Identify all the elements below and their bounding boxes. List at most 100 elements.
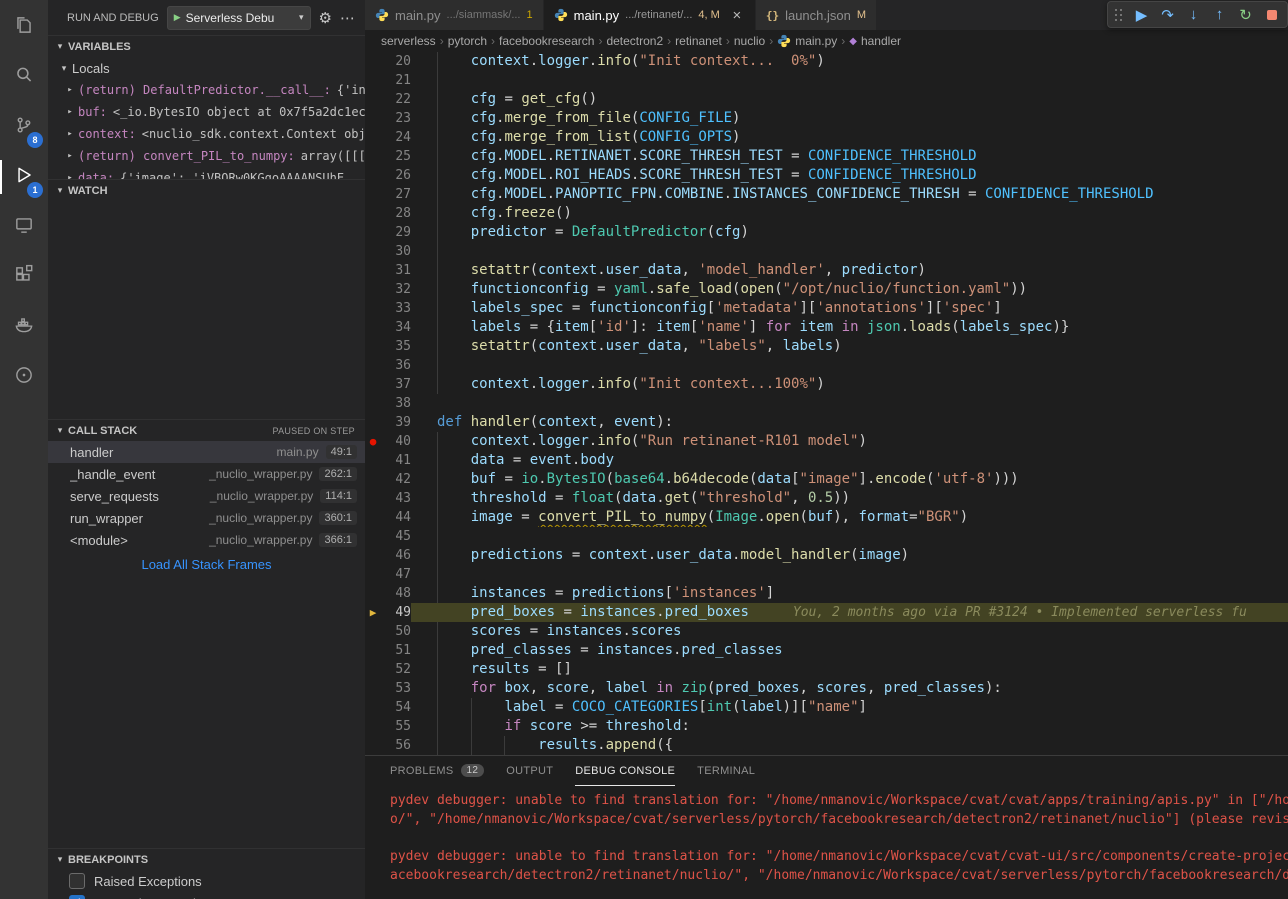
code-line[interactable]: 46 predictions = context.user_data.model… — [365, 546, 1288, 565]
breakpoint-gutter[interactable] — [365, 470, 381, 489]
editor-tab[interactable]: {}launch.jsonM — [756, 0, 877, 30]
step-over-button[interactable]: ↷ — [1155, 3, 1180, 27]
breakpoint-gutter[interactable] — [365, 223, 381, 242]
breakpoint-gutter[interactable] — [365, 698, 381, 717]
stack-frame[interactable]: _handle_event_nuclio_wrapper.py262:1 — [48, 463, 365, 485]
restart-button[interactable]: ↻ — [1233, 3, 1258, 27]
breakpoint-gutter[interactable] — [365, 128, 381, 147]
code-line[interactable]: ●40 context.logger.info("Run retinanet-R… — [365, 432, 1288, 451]
stack-frame[interactable]: <module>_nuclio_wrapper.py366:1 — [48, 529, 365, 551]
breakpoint-gutter[interactable] — [365, 413, 381, 432]
call-stack-header[interactable]: ▾ CALL STACK PAUSED ON STEP — [48, 419, 365, 441]
activity-item-extensions[interactable] — [0, 252, 48, 302]
code-line[interactable]: 26 cfg.MODEL.ROI_HEADS.SCORE_THRESH_TEST… — [365, 166, 1288, 185]
breakpoint-gutter[interactable] — [365, 242, 381, 261]
debug-console-output[interactable]: pydev debugger: unable to find translati… — [365, 786, 1288, 899]
breakpoint-gutter[interactable] — [365, 337, 381, 356]
code-line[interactable]: 21 — [365, 71, 1288, 90]
breadcrumb-item[interactable]: detectron2 — [606, 34, 663, 48]
code-line[interactable]: 48 instances = predictions['instances'] — [365, 584, 1288, 603]
breakpoint-gutter[interactable] — [365, 147, 381, 166]
activity-item-explorer[interactable] — [0, 2, 48, 52]
breakpoint-gutter[interactable] — [365, 318, 381, 337]
breadcrumb-item[interactable]: retinanet — [675, 34, 722, 48]
code-line[interactable]: 35 setattr(context.user_data, "labels", … — [365, 337, 1288, 356]
breakpoint-gutter[interactable] — [365, 546, 381, 565]
breakpoint-gutter[interactable] — [365, 622, 381, 641]
code-line[interactable]: 24 cfg.merge_from_list(CONFIG_OPTS) — [365, 128, 1288, 147]
activity-item-run-debug[interactable]: 1 — [0, 152, 48, 202]
stack-frame[interactable]: run_wrapper_nuclio_wrapper.py360:1 — [48, 507, 365, 529]
code-line[interactable]: 33 labels_spec = functionconfig['metadat… — [365, 299, 1288, 318]
breakpoint-gutter[interactable] — [365, 109, 381, 128]
editor-tab[interactable]: main.py.../siammask/...1 — [365, 0, 544, 30]
breakpoint-gutter[interactable] — [365, 185, 381, 204]
variable-row[interactable]: ▸(return) DefaultPredictor.__call__:{'in… — [48, 79, 365, 101]
variable-row[interactable]: ▸buf:<_io.BytesIO object at 0x7f5a2dc1ec… — [48, 101, 365, 123]
code-line[interactable]: 43 threshold = float(data.get("threshold… — [365, 489, 1288, 508]
code-line[interactable]: 45 — [365, 527, 1288, 546]
breakpoint-gutter[interactable] — [365, 660, 381, 679]
code-line[interactable]: 36 — [365, 356, 1288, 375]
breakpoint-gutter[interactable] — [365, 71, 381, 90]
breadcrumb-item[interactable]: main.py — [777, 34, 837, 48]
stop-button[interactable] — [1259, 3, 1284, 27]
stack-frame[interactable]: serve_requests_nuclio_wrapper.py114:1 — [48, 485, 365, 507]
code-line[interactable]: 30 — [365, 242, 1288, 261]
code-line[interactable]: 55 if score >= threshold: — [365, 717, 1288, 736]
breakpoint-gutter[interactable] — [365, 299, 381, 318]
breakpoint-gutter[interactable] — [365, 736, 381, 755]
editor-tab[interactable]: main.py.../retinanet/...4, M× — [544, 0, 756, 30]
breakpoint-gutter[interactable] — [365, 394, 381, 413]
code-line[interactable]: 52 results = [] — [365, 660, 1288, 679]
activity-item-search[interactable] — [0, 52, 48, 102]
breakpoint-gutter[interactable] — [365, 280, 381, 299]
checkbox[interactable] — [69, 895, 85, 899]
toolbar-drag-grip[interactable] — [1114, 8, 1123, 21]
step-out-button[interactable]: ↑ — [1207, 3, 1232, 27]
breakpoint-gutter[interactable] — [365, 565, 381, 584]
panel-tab-debug-console[interactable]: DEBUG CONSOLE — [575, 756, 675, 786]
variable-row[interactable]: ▸(return) convert_PIL_to_numpy:array([[[… — [48, 145, 365, 167]
code-line[interactable]: 34 labels = {item['id']: item['name'] fo… — [365, 318, 1288, 337]
code-line[interactable]: 51 pred_classes = instances.pred_classes — [365, 641, 1288, 660]
watch-header[interactable]: ▾ WATCH — [48, 179, 365, 201]
code-line[interactable]: 47 — [365, 565, 1288, 584]
load-all-stack-frames-link[interactable]: Load All Stack Frames — [48, 551, 365, 577]
variables-header[interactable]: ▾ VARIABLES — [48, 35, 365, 57]
breadcrumb-item[interactable]: nuclio — [734, 34, 765, 48]
breakpoint-gutter[interactable] — [365, 584, 381, 603]
variable-row[interactable]: ▸context:<nuclio_sdk.context.Context obj… — [48, 123, 365, 145]
breakpoint-gutter[interactable] — [365, 90, 381, 109]
code-line[interactable]: 54 label = COCO_CATEGORIES[int(label)]["… — [365, 698, 1288, 717]
panel-tab-terminal[interactable]: TERMINAL — [697, 756, 755, 786]
breadcrumb-item[interactable]: serverless — [381, 34, 436, 48]
activity-item-remote-explorer[interactable] — [0, 202, 48, 252]
code-line[interactable]: 25 cfg.MODEL.RETINANET.SCORE_THRESH_TEST… — [365, 147, 1288, 166]
code-editor[interactable]: 20 context.logger.info("Init context... … — [365, 52, 1288, 755]
breakpoint-dot[interactable]: ● — [365, 432, 381, 451]
code-line[interactable]: 20 context.logger.info("Init context... … — [365, 52, 1288, 71]
scope-locals[interactable]: ▾ Locals — [48, 57, 365, 79]
breakpoint-gutter[interactable] — [365, 641, 381, 660]
code-line[interactable]: 50 scores = instances.scores — [365, 622, 1288, 641]
code-line[interactable]: 29 predictor = DefaultPredictor(cfg) — [365, 223, 1288, 242]
code-line[interactable]: 32 functionconfig = yaml.safe_load(open(… — [365, 280, 1288, 299]
variable-row[interactable]: ▸data:{'image': 'iVBORw0KGgoAAAANSUhE… — [48, 167, 365, 179]
code-line[interactable]: ▶49 pred_boxes = instances.pred_boxesYou… — [365, 603, 1288, 622]
code-line[interactable]: 23 cfg.merge_from_file(CONFIG_FILE) — [365, 109, 1288, 128]
code-line[interactable]: 22 cfg = get_cfg() — [365, 90, 1288, 109]
breakpoint-gutter[interactable] — [365, 451, 381, 470]
breakpoint-gutter[interactable] — [365, 204, 381, 223]
code-line[interactable]: 44 image = convert_PIL_to_numpy(Image.op… — [365, 508, 1288, 527]
breadcrumb-item[interactable]: pytorch — [448, 34, 487, 48]
code-line[interactable]: 53 for box, score, label in zip(pred_box… — [365, 679, 1288, 698]
code-line[interactable]: 38 — [365, 394, 1288, 413]
breadcrumb-item[interactable]: ◆handler — [849, 34, 901, 48]
code-line[interactable]: 27 cfg.MODEL.PANOPTIC_FPN.COMBINE.INSTAN… — [365, 185, 1288, 204]
activity-item-docker[interactable] — [0, 302, 48, 352]
breakpoint-gutter[interactable] — [365, 166, 381, 185]
activity-item-tool-circle[interactable] — [0, 352, 48, 402]
start-debug-icon[interactable]: ▶ — [174, 12, 181, 23]
breakpoint-gutter[interactable] — [365, 679, 381, 698]
